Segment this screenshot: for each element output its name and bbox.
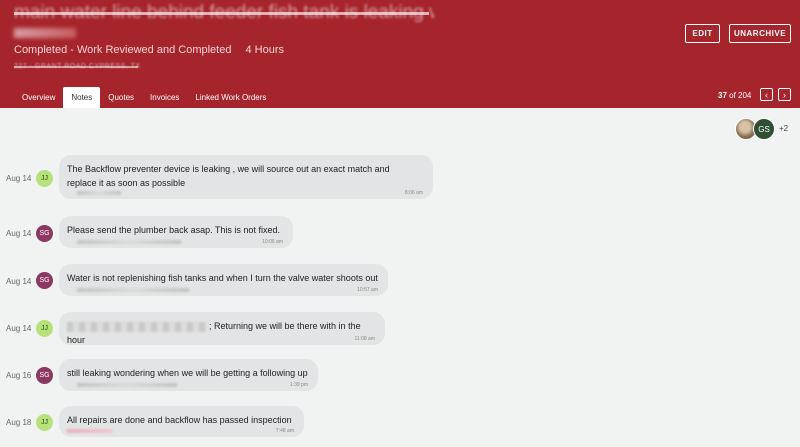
author-redaction bbox=[77, 288, 189, 292]
message-text: Water is not replenishing fish tanks and… bbox=[67, 273, 378, 283]
note-date: Aug 16 bbox=[6, 371, 32, 380]
message-text: Please send the plumber back asap. This … bbox=[67, 225, 280, 235]
message-bubble: still leaking wondering when we will be … bbox=[59, 359, 318, 391]
message-text: The Backflow preventer device is leaking… bbox=[67, 164, 390, 174]
status-text: Completed - Work Reviewed and Completed bbox=[14, 44, 232, 56]
message-time: 10:06 am bbox=[262, 239, 283, 245]
author-avatar: SG bbox=[36, 367, 53, 384]
address-redaction bbox=[14, 66, 138, 68]
note-date: Aug 18 bbox=[6, 418, 32, 427]
pager-counter: 37 of 204 bbox=[718, 91, 751, 100]
tab-quotes[interactable]: Quotes bbox=[100, 87, 142, 108]
tab-overview[interactable]: Overview bbox=[14, 87, 63, 108]
next-arrow-icon[interactable]: › bbox=[778, 88, 791, 101]
note-date: Aug 14 bbox=[6, 229, 32, 238]
tab-invoices[interactable]: Invoices bbox=[142, 87, 187, 108]
avatar-gs: GS bbox=[753, 118, 775, 140]
message-time: 7:48 am bbox=[275, 428, 294, 434]
message-text: ; Returning we will be there with in the… bbox=[67, 319, 377, 347]
message-bubble: Water is not replenishing fish tanks and… bbox=[59, 264, 388, 296]
message-text: replace it as soon as possible bbox=[67, 178, 186, 188]
edit-button[interactable]: EDIT bbox=[685, 24, 720, 43]
subtitle-redaction bbox=[14, 28, 76, 38]
message-bubble: All repairs are done and backflow has pa… bbox=[59, 406, 304, 437]
tab-notes[interactable]: Notes bbox=[63, 87, 101, 108]
tab-bar: Overview Notes Quotes Invoices Linked Wo… bbox=[14, 87, 274, 108]
author-avatar: JJ bbox=[36, 414, 53, 431]
more-participants-count: +2 bbox=[779, 124, 789, 133]
message-bubble: Please send the plumber back asap. This … bbox=[59, 216, 293, 248]
message-bubble: The Backflow preventer device is leaking… bbox=[59, 155, 433, 199]
note-date: Aug 14 bbox=[6, 174, 32, 183]
pager-total: of 204 bbox=[729, 91, 752, 100]
message-bubble: ; Returning we will be there with in the… bbox=[59, 312, 385, 345]
previous-arrow-icon[interactable]: ‹ bbox=[760, 88, 773, 101]
message-redaction bbox=[67, 321, 207, 332]
author-avatar: SG bbox=[36, 225, 53, 242]
message-time: 1:39 pm bbox=[289, 382, 308, 388]
author-avatar: SG bbox=[36, 272, 53, 289]
tab-linked-work-orders[interactable]: Linked Work Orders bbox=[187, 87, 274, 108]
title-redaction bbox=[14, 12, 429, 15]
note-date: Aug 14 bbox=[6, 324, 32, 333]
author-avatar: JJ bbox=[36, 170, 53, 187]
message-time: 10:57 am bbox=[357, 287, 378, 293]
duration-text: 4 Hours bbox=[245, 44, 284, 56]
author-redaction bbox=[67, 429, 113, 433]
message-text: still leaking wondering when we will be … bbox=[67, 368, 308, 378]
author-redaction bbox=[77, 191, 121, 195]
note-date: Aug 14 bbox=[6, 277, 32, 286]
author-avatar: JJ bbox=[36, 320, 53, 337]
message-text: All repairs are done and backflow has pa… bbox=[67, 415, 292, 425]
message-time: 11:08 am bbox=[354, 336, 375, 342]
status-line: Completed - Work Reviewed and Completed 4… bbox=[14, 44, 284, 56]
author-redaction bbox=[77, 240, 181, 244]
author-redaction bbox=[77, 383, 177, 387]
unarchive-button[interactable]: UNARCHIVE bbox=[729, 24, 791, 43]
message-time: 8:06 am bbox=[404, 190, 423, 196]
work-order-header: main water line behind feeder fish tank … bbox=[0, 0, 800, 108]
pager-current: 37 bbox=[718, 91, 727, 100]
